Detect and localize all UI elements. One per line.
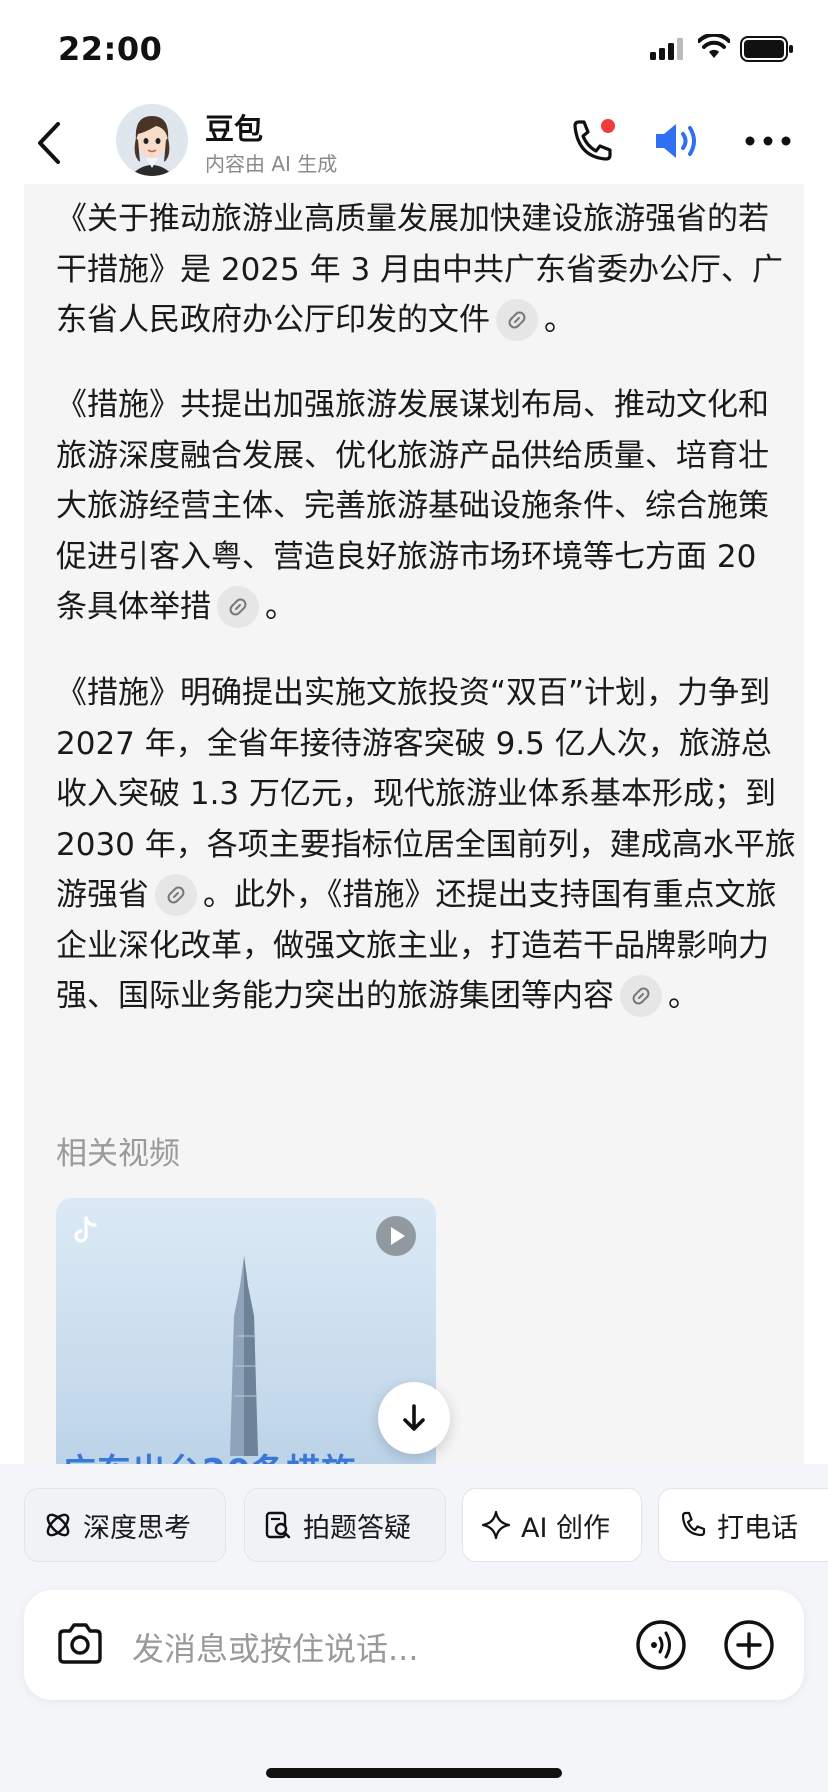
deep-think-icon: [46, 1513, 70, 1537]
status-bar: 22:00: [0, 0, 828, 100]
phone-call-icon[interactable]: [566, 116, 618, 166]
chip-phone-call[interactable]: 打电话: [658, 1488, 828, 1562]
status-time: 22:00: [58, 30, 163, 68]
skyscraper-image: [230, 1256, 258, 1456]
paragraph-end: 。: [668, 978, 699, 1014]
photo-question-icon: [265, 1511, 291, 1539]
chat-header: 豆包 内容由 AI 生成: [0, 100, 828, 188]
play-icon[interactable]: [376, 1216, 416, 1256]
related-videos-title: 相关视频: [56, 1136, 180, 1172]
chip-label: 深度思考: [83, 1512, 191, 1544]
chip-label: 拍题答疑: [303, 1512, 411, 1544]
signal-icon: [650, 38, 683, 60]
message-paragraph-2: 《措施》共提出加强旅游发展谋划布局、推动文化和旅游深度融合发展、优化旅游产品供给…: [56, 380, 796, 633]
sparkle-icon: [481, 1510, 511, 1540]
message-input[interactable]: 发消息或按住说话...: [132, 1624, 419, 1670]
message-composer: 发消息或按住说话...: [24, 1590, 804, 1700]
paragraph-text: 《关于推动旅游业高质量发展加快建设旅游强省的若干措施》是 2025 年 3 月由…: [56, 201, 784, 338]
arrow-down-icon: [403, 1404, 425, 1431]
message-paragraph-1: 《关于推动旅游业高质量发展加快建设旅游强省的若干措施》是 2025 年 3 月由…: [56, 194, 796, 346]
voice-input-icon[interactable]: [634, 1618, 688, 1672]
ai-generated-label: 内容由 AI 生成: [205, 152, 338, 176]
message-area: 《关于推动旅游业高质量发展加快建设旅游强省的若干措施》是 2025 年 3 月由…: [24, 184, 804, 1464]
paragraph-end: 。: [544, 302, 575, 338]
message-paragraph-3: 《措施》明确提出实施文旅投资“双百”计划，力争到 2027 年，全省年接待游客突…: [56, 668, 796, 1022]
bot-name: 豆包: [205, 112, 264, 146]
video-caption: 广东出台20条措施: [62, 1444, 356, 1464]
chip-label: 打电话: [717, 1512, 798, 1544]
citation-link-icon[interactable]: [217, 585, 259, 628]
phone-icon: [681, 1511, 706, 1537]
citation-link-icon[interactable]: [496, 298, 538, 341]
camera-icon[interactable]: [54, 1618, 106, 1670]
chip-label: AI 创作: [521, 1512, 611, 1544]
scroll-to-bottom-button[interactable]: [378, 1382, 450, 1454]
avatar[interactable]: [116, 104, 188, 176]
chip-photo-question[interactable]: 拍题答疑: [244, 1488, 446, 1562]
paragraph-text: 《措施》共提出加强旅游发展谋划布局、推动文化和旅游深度融合发展、优化旅游产品供给…: [56, 387, 769, 625]
tiktok-icon: [74, 1216, 97, 1243]
chip-ai-create[interactable]: AI 创作: [462, 1488, 642, 1562]
paragraph-end: 。: [265, 589, 296, 625]
add-icon[interactable]: [722, 1618, 776, 1672]
home-indicator: [266, 1768, 562, 1778]
bottom-panel: 深度思考 拍题答疑 AI 创作 打电话 发消息或按住说话...: [0, 1464, 828, 1792]
citation-link-icon[interactable]: [620, 974, 662, 1017]
citation-link-icon[interactable]: [155, 873, 197, 916]
back-icon[interactable]: [30, 118, 70, 168]
more-options-icon[interactable]: [744, 134, 792, 148]
speaker-icon[interactable]: [652, 118, 704, 164]
chip-deep-think[interactable]: 深度思考: [24, 1488, 226, 1562]
quick-action-chips: 深度思考 拍题答疑 AI 创作 打电话: [24, 1488, 828, 1564]
battery-icon: [740, 36, 793, 62]
wifi-icon: [698, 34, 730, 58]
